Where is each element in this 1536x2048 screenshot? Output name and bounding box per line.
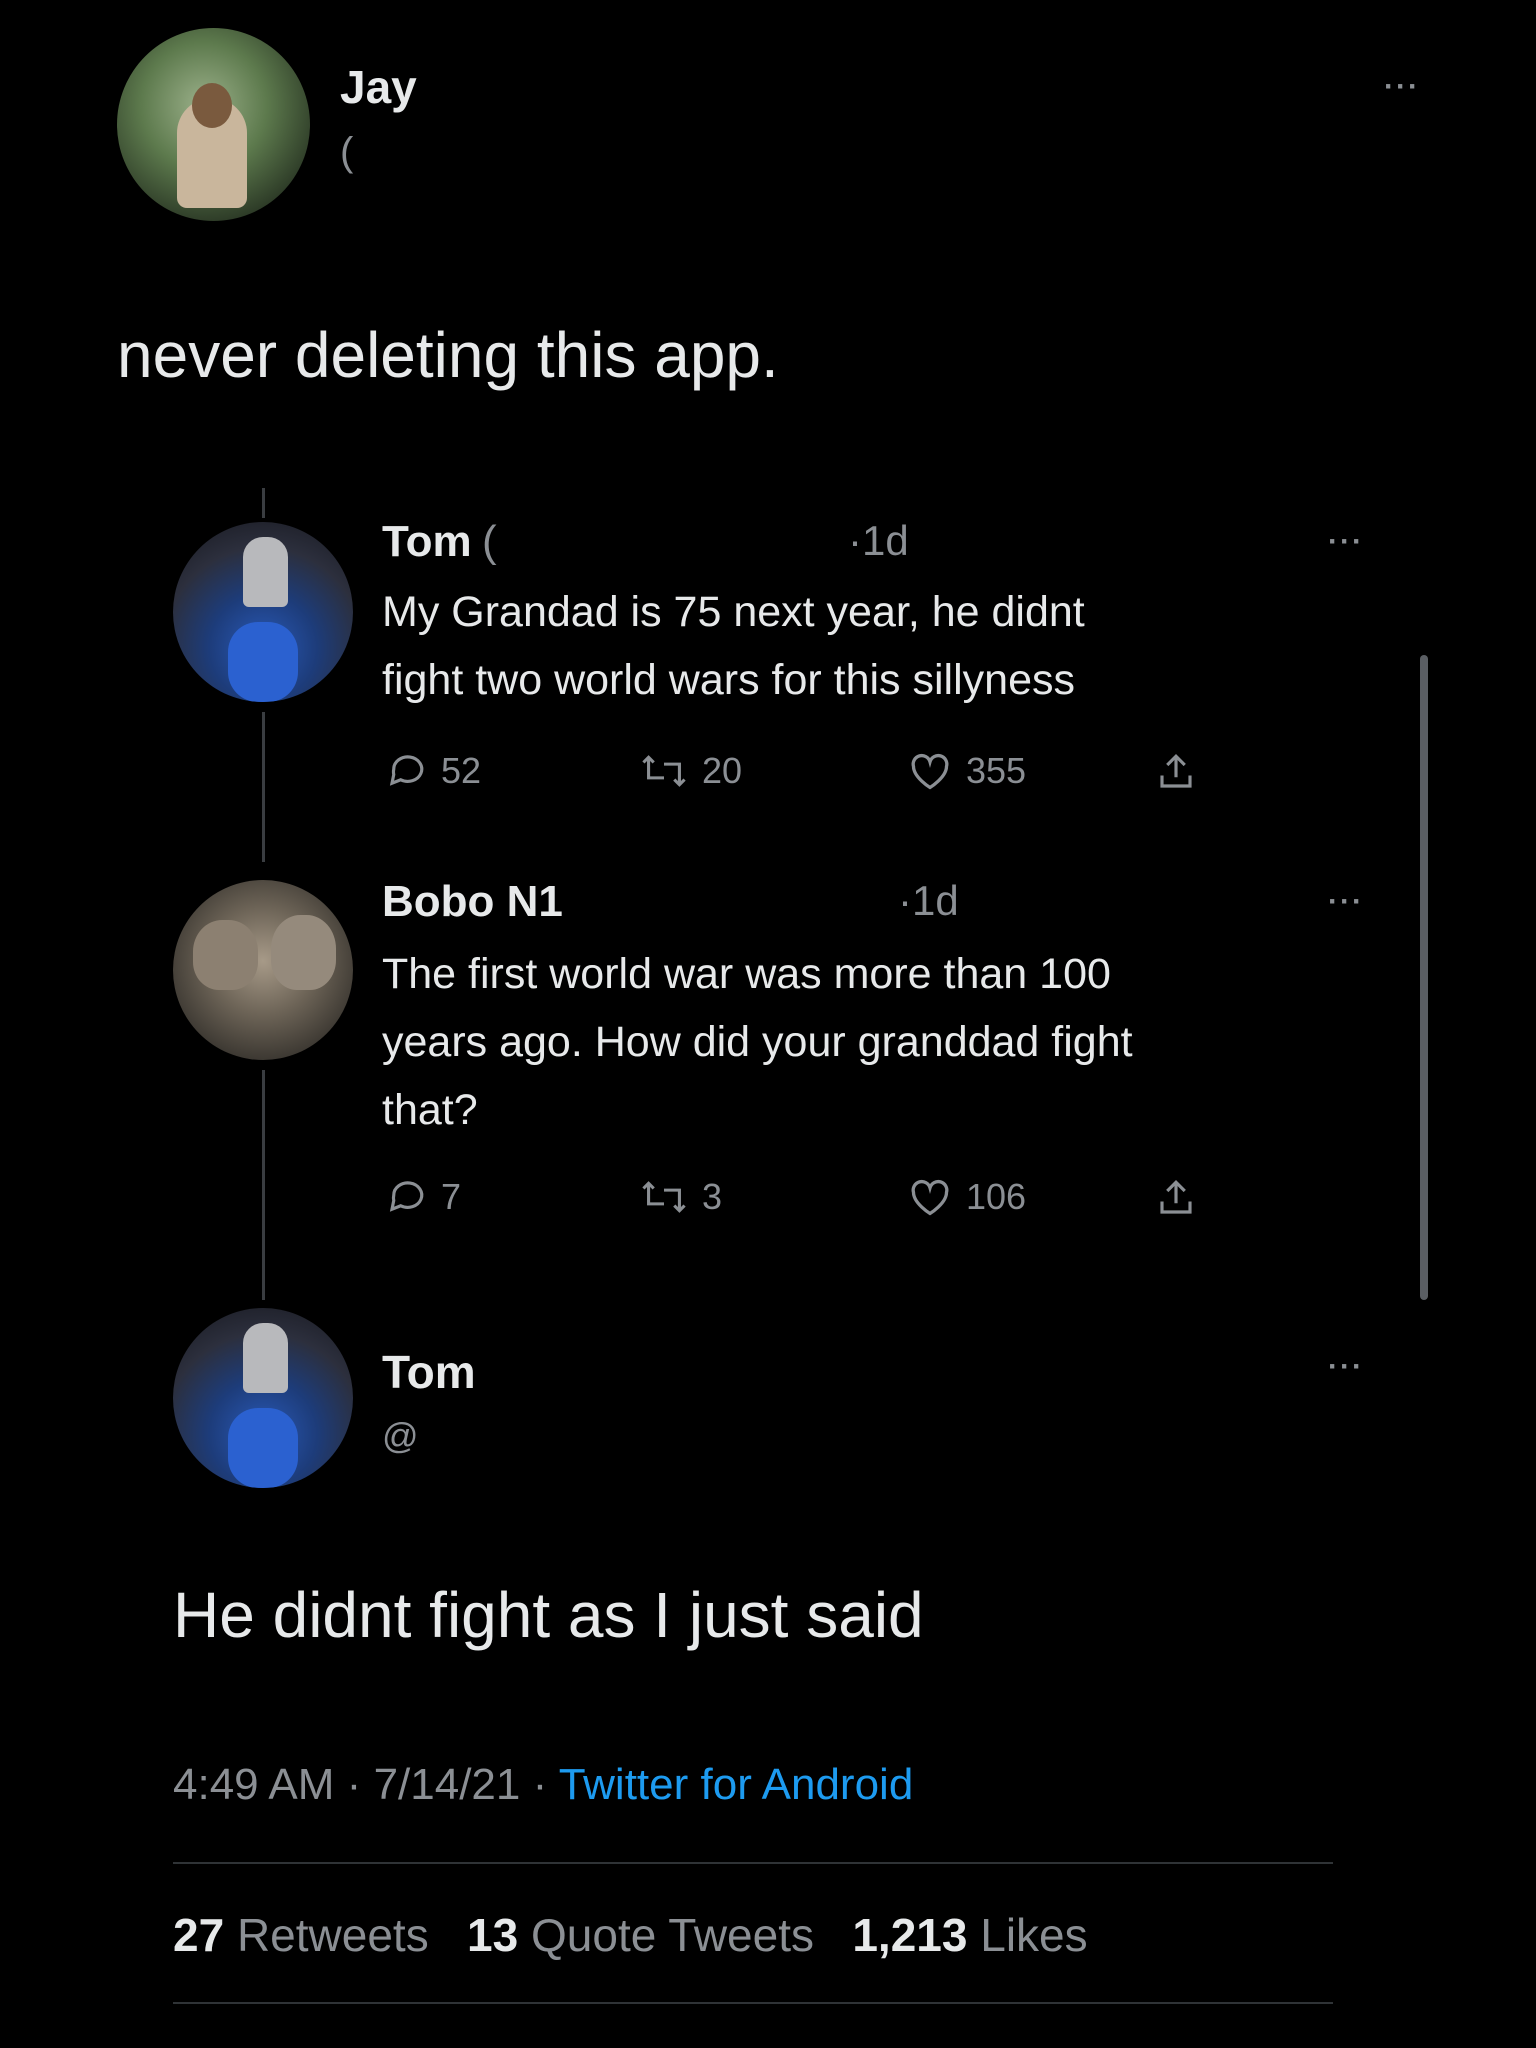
divider xyxy=(173,2002,1333,2004)
author-handle[interactable]: ( xyxy=(340,130,353,175)
text-line: fight two world wars for this sillyness xyxy=(382,656,1075,704)
more-options-icon[interactable]: ··· xyxy=(1384,70,1420,104)
tweet-text: never deleting this app. xyxy=(117,319,779,391)
share-button[interactable] xyxy=(1155,750,1197,794)
retweet-count: 3 xyxy=(702,1176,723,1217)
retweet-icon xyxy=(642,1181,686,1213)
quoted-author-name[interactable]: Tom xyxy=(382,517,472,567)
like-button[interactable]: 355 xyxy=(908,750,1026,792)
tweet-time: 4:49 AM xyxy=(173,1760,335,1809)
share-button[interactable] xyxy=(1155,1176,1197,1220)
reply-count: 52 xyxy=(441,750,482,791)
author-avatar[interactable] xyxy=(117,28,310,221)
separator: · xyxy=(532,1760,548,1809)
text-line: The first world war was more than 100 xyxy=(382,950,1111,998)
reply-author-handle[interactable]: @ xyxy=(382,1415,419,1457)
thread-connector-1 xyxy=(262,712,265,862)
text-line: My Grandad is 75 next year, he didnt xyxy=(382,588,1085,636)
likes-stat[interactable]: 1,213 Likes xyxy=(852,1909,1087,1961)
reply-icon xyxy=(389,755,424,786)
reply-button[interactable]: 52 xyxy=(385,750,481,792)
scrollbar[interactable] xyxy=(1420,655,1428,1300)
quoted-author-name[interactable]: Bobo N1 xyxy=(382,877,563,927)
retweet-count: 20 xyxy=(702,750,743,791)
tom-reply-avatar[interactable] xyxy=(173,1308,353,1488)
tweet-date: 7/14/21 xyxy=(373,1760,521,1809)
retweet-button[interactable]: 3 xyxy=(640,1176,722,1218)
reply-button[interactable]: 7 xyxy=(385,1176,461,1218)
text-line: that? xyxy=(382,1086,478,1134)
share-icon xyxy=(1160,1180,1192,1214)
more-options-icon[interactable]: ··· xyxy=(1328,885,1364,919)
tweet-stats: 27 Retweets 13 Quote Tweets 1,213 Likes xyxy=(173,1908,1088,1962)
heart-icon xyxy=(911,1179,949,1216)
more-options-icon[interactable]: ··· xyxy=(1328,1350,1364,1384)
tweet-source-link[interactable]: Twitter for Android xyxy=(559,1760,914,1809)
quoted-author-handle[interactable]: ( xyxy=(482,517,497,567)
tom-avatar[interactable] xyxy=(173,522,353,702)
like-count: 106 xyxy=(966,1176,1027,1217)
author-name[interactable]: Jay xyxy=(340,60,417,114)
time-label: 1d xyxy=(912,877,959,924)
quoted-tweet-text: The first world war was more than 100 ye… xyxy=(382,940,1382,1144)
reply-count: 7 xyxy=(441,1176,462,1217)
quote-tweets-stat[interactable]: 13 Quote Tweets xyxy=(467,1909,814,1961)
share-icon xyxy=(1160,754,1192,788)
quoted-tweet-time: ·1d xyxy=(898,877,959,924)
reply-author-name[interactable]: Tom xyxy=(382,1345,476,1399)
retweet-button[interactable]: 20 xyxy=(640,750,742,792)
heart-icon xyxy=(911,753,949,790)
thread-connector-top xyxy=(262,488,265,518)
tweet-meta: 4:49 AM · 7/14/21 · Twitter for Android xyxy=(173,1760,913,1810)
retweets-stat[interactable]: 27 Retweets xyxy=(173,1909,429,1961)
divider xyxy=(173,1862,1333,1864)
thread-connector-2 xyxy=(262,1070,265,1300)
like-button[interactable]: 106 xyxy=(908,1176,1026,1218)
reply-text: He didnt fight as I just said xyxy=(173,1579,924,1651)
quoted-tweet-text: My Grandad is 75 next year, he didnt fig… xyxy=(382,578,1382,714)
time-label: 1d xyxy=(862,517,909,564)
retweet-icon xyxy=(642,755,686,787)
like-count: 355 xyxy=(966,750,1027,791)
quoted-tweet-time: ·1d xyxy=(848,517,909,564)
bobo-avatar[interactable] xyxy=(173,880,353,1060)
separator: · xyxy=(346,1760,362,1809)
reply-icon xyxy=(389,1181,424,1212)
text-line: years ago. How did your granddad fight xyxy=(382,1018,1133,1066)
more-options-icon[interactable]: ··· xyxy=(1328,525,1364,559)
